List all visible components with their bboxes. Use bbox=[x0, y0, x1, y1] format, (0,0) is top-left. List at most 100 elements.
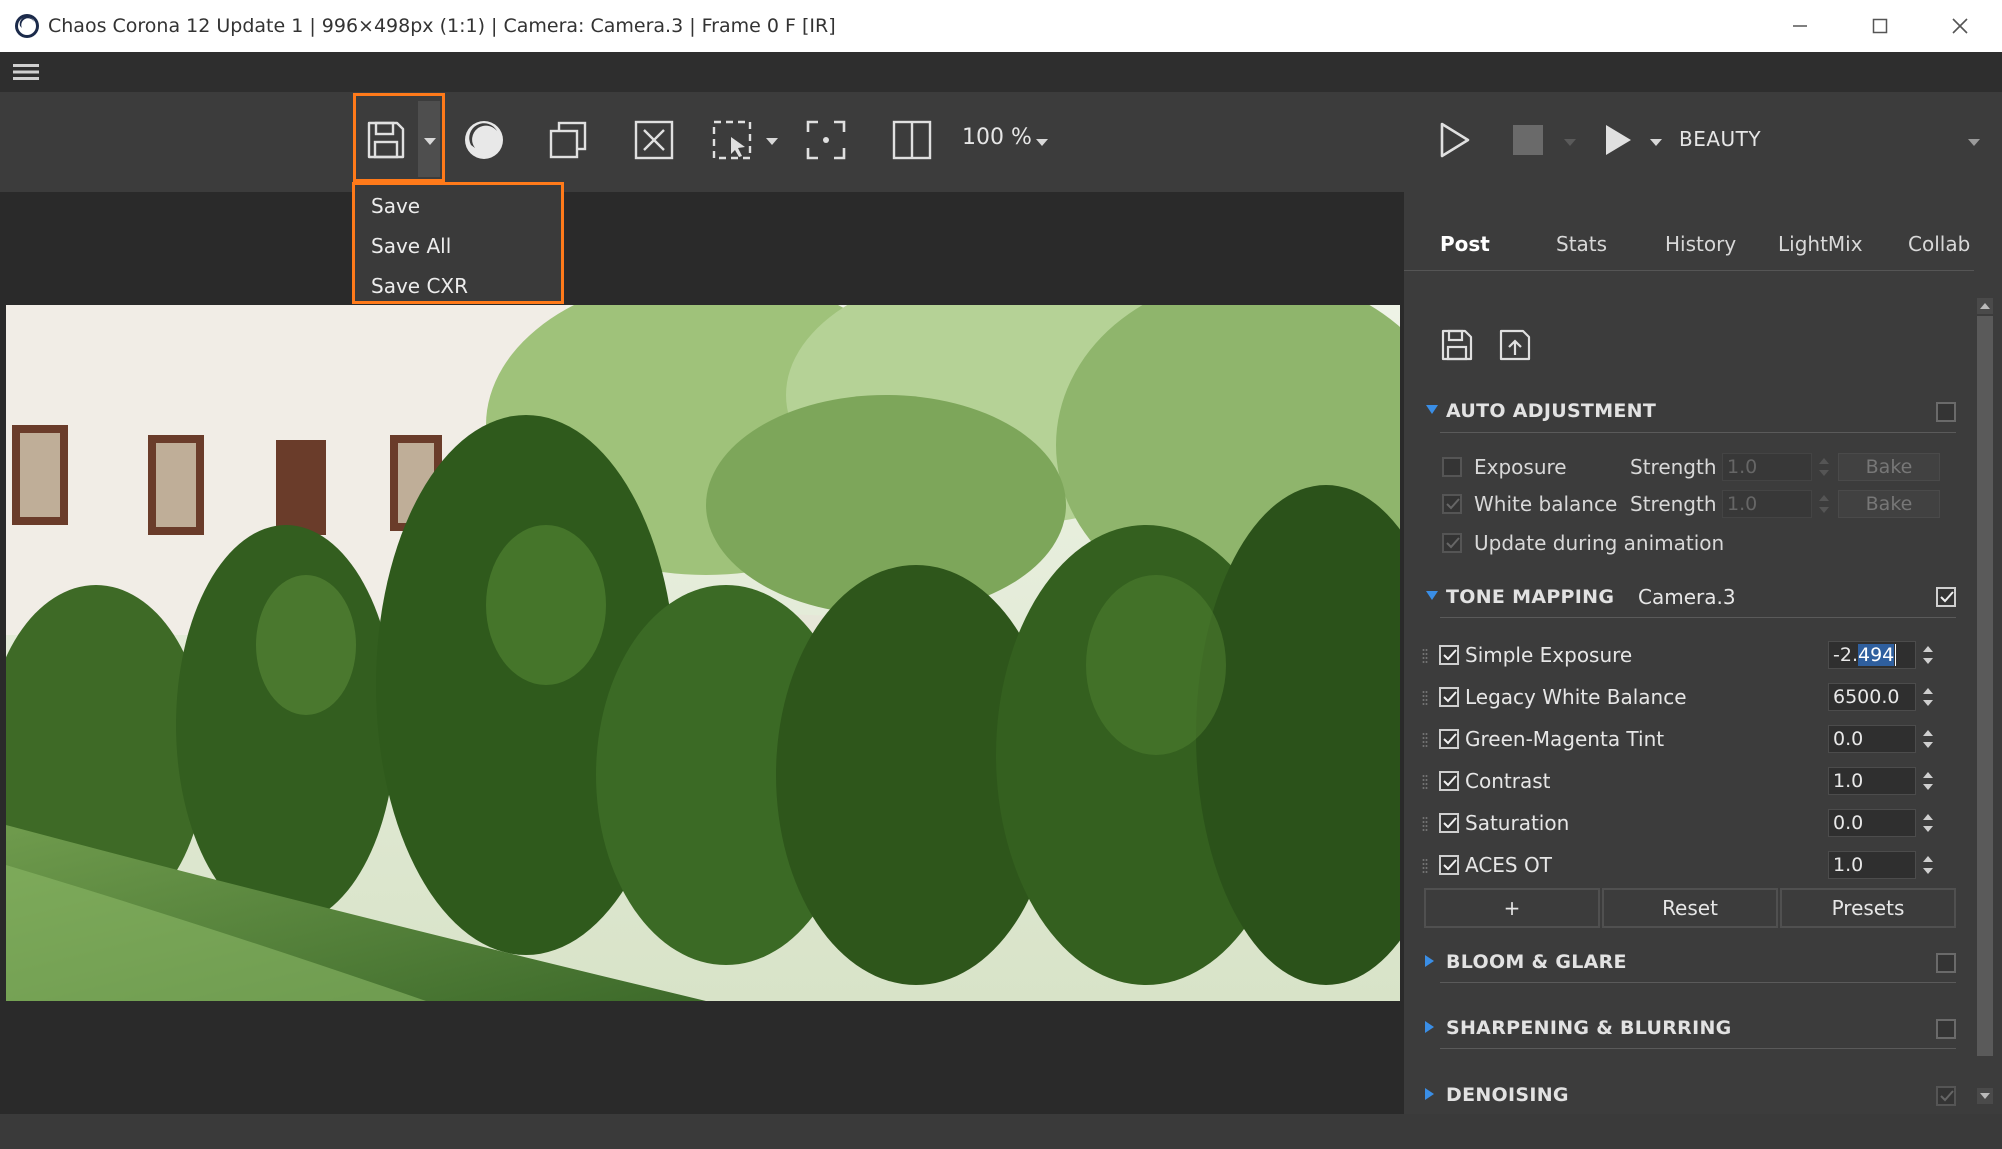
render-options-button[interactable] bbox=[1588, 112, 1644, 168]
tab-history[interactable]: History bbox=[1665, 232, 1736, 256]
stepper-icon[interactable] bbox=[1920, 683, 1936, 711]
tab-collab[interactable]: Collab bbox=[1908, 232, 1970, 256]
chevron-down-icon[interactable] bbox=[766, 138, 778, 145]
add-operator-button[interactable]: + bbox=[1424, 888, 1600, 928]
load-settings-icon[interactable] bbox=[1498, 328, 1532, 362]
scrollbar-thumb[interactable] bbox=[1977, 316, 1993, 1056]
render-image[interactable] bbox=[6, 305, 1400, 1001]
copy-to-clipboard-button[interactable] bbox=[540, 112, 596, 168]
contrast-field[interactable]: 1.0 bbox=[1828, 767, 1916, 795]
operator-checkbox[interactable] bbox=[1439, 855, 1459, 875]
stepper-icon[interactable] bbox=[1920, 851, 1936, 879]
stepper-icon[interactable] bbox=[1920, 809, 1936, 837]
render-element-select[interactable]: BEAUTY bbox=[1679, 127, 1761, 151]
exposure-bake-button[interactable]: Bake bbox=[1838, 453, 1940, 481]
drag-handle-icon[interactable] bbox=[1422, 648, 1428, 664]
tint-field[interactable]: 0.0 bbox=[1828, 725, 1916, 753]
saturation-field[interactable]: 0.0 bbox=[1828, 809, 1916, 837]
play-filled-icon bbox=[1606, 125, 1631, 155]
denoising-enable-checkbox[interactable] bbox=[1936, 1086, 1956, 1106]
scroll-down-icon[interactable] bbox=[1977, 1088, 1993, 1104]
clear-vfb-button[interactable] bbox=[626, 112, 682, 168]
menu-item-save[interactable]: Save bbox=[371, 194, 420, 218]
operator-checkbox[interactable] bbox=[1439, 687, 1459, 707]
drag-handle-icon[interactable] bbox=[1422, 774, 1428, 790]
window-title: Chaos Corona 12 Update 1 | 996×498px (1:… bbox=[48, 15, 836, 37]
white-balance-label: White balance bbox=[1474, 492, 1618, 516]
operator-label-white-balance: Legacy White Balance bbox=[1465, 685, 1687, 709]
checkmark-icon bbox=[1446, 498, 1460, 510]
tab-separator bbox=[1404, 270, 1974, 271]
menu-strip bbox=[0, 52, 2002, 92]
expand-icon[interactable] bbox=[1425, 1088, 1434, 1100]
zoom-level[interactable]: 100 % bbox=[962, 125, 1032, 150]
checkmark-icon bbox=[1940, 1090, 1954, 1102]
stop-render-button[interactable] bbox=[1500, 112, 1556, 168]
collapse-icon[interactable] bbox=[1426, 405, 1438, 414]
expand-icon[interactable] bbox=[1425, 1021, 1434, 1033]
collapse-icon[interactable] bbox=[1426, 591, 1438, 600]
focus-region-button[interactable] bbox=[798, 112, 854, 168]
copy-icon bbox=[549, 121, 587, 159]
section-denoising[interactable]: DENOISING bbox=[1446, 1084, 1569, 1106]
bloom-enable-checkbox[interactable] bbox=[1936, 953, 1956, 973]
stepper-icon[interactable] bbox=[1816, 453, 1832, 481]
white-balance-field[interactable]: 6500.0 bbox=[1828, 683, 1916, 711]
corona-logo-button[interactable] bbox=[456, 112, 512, 168]
chevron-down-icon[interactable] bbox=[1650, 139, 1662, 146]
reset-button[interactable]: Reset bbox=[1602, 888, 1778, 928]
chevron-down-icon[interactable] bbox=[1036, 139, 1048, 146]
focus-brackets-icon bbox=[806, 120, 846, 160]
white-balance-checkbox[interactable] bbox=[1442, 494, 1462, 514]
rendered-garden-image bbox=[6, 305, 1400, 1001]
close-button[interactable] bbox=[1920, 0, 2000, 52]
section-bloom-glare[interactable]: BLOOM & GLARE bbox=[1446, 951, 1627, 973]
operator-checkbox[interactable] bbox=[1439, 771, 1459, 791]
section-auto-adjustment[interactable]: AUTO ADJUSTMENT bbox=[1446, 400, 1656, 422]
wb-bake-button[interactable]: Bake bbox=[1838, 490, 1940, 518]
operator-checkbox[interactable] bbox=[1439, 813, 1459, 833]
tone-mapping-enable-checkbox[interactable] bbox=[1936, 587, 1956, 607]
drag-handle-icon[interactable] bbox=[1422, 816, 1428, 832]
expand-icon[interactable] bbox=[1425, 955, 1434, 967]
compare-split-button[interactable] bbox=[884, 112, 940, 168]
auto-adjustment-enable-checkbox[interactable] bbox=[1936, 402, 1956, 422]
maximize-button[interactable] bbox=[1840, 0, 1920, 52]
update-during-animation-checkbox[interactable] bbox=[1442, 533, 1462, 553]
checkmark-icon bbox=[1443, 775, 1457, 787]
drag-handle-icon[interactable] bbox=[1422, 732, 1428, 748]
hamburger-menu-icon[interactable] bbox=[10, 58, 42, 86]
exposure-checkbox[interactable] bbox=[1442, 457, 1462, 477]
aces-ot-field[interactable]: 1.0 bbox=[1828, 851, 1916, 879]
stepper-icon[interactable] bbox=[1920, 767, 1936, 795]
exposure-strength-field[interactable]: 1.0 bbox=[1722, 453, 1812, 481]
operator-checkbox[interactable] bbox=[1439, 729, 1459, 749]
presets-button[interactable]: Presets bbox=[1780, 888, 1956, 928]
stepper-icon[interactable] bbox=[1920, 725, 1936, 753]
section-sharpening-blurring[interactable]: SHARPENING & BLURRING bbox=[1446, 1017, 1732, 1039]
tab-stats[interactable]: Stats bbox=[1556, 232, 1607, 256]
menu-item-save-all[interactable]: Save All bbox=[371, 234, 451, 258]
stepper-icon[interactable] bbox=[1816, 490, 1832, 518]
chevron-down-icon[interactable] bbox=[1968, 139, 1980, 146]
checkmark-icon bbox=[1443, 817, 1457, 829]
operator-checkbox[interactable] bbox=[1439, 645, 1459, 665]
checkmark-icon bbox=[1443, 733, 1457, 745]
simple-exposure-field[interactable]: -2.494 bbox=[1828, 641, 1916, 669]
menu-item-save-cxr[interactable]: Save CXR bbox=[371, 274, 468, 298]
sharpening-enable-checkbox[interactable] bbox=[1936, 1019, 1956, 1039]
operator-label-simple-exposure: Simple Exposure bbox=[1465, 643, 1633, 667]
scroll-up-icon[interactable] bbox=[1977, 298, 1993, 314]
chevron-down-icon[interactable] bbox=[1564, 139, 1576, 146]
wb-strength-field[interactable]: 1.0 bbox=[1722, 490, 1812, 518]
minimize-button[interactable] bbox=[1760, 0, 1840, 52]
stepper-icon[interactable] bbox=[1920, 641, 1936, 669]
section-tone-mapping[interactable]: TONE MAPPING bbox=[1446, 586, 1614, 608]
start-render-button[interactable] bbox=[1425, 112, 1481, 168]
drag-handle-icon[interactable] bbox=[1422, 858, 1428, 874]
region-select-button[interactable] bbox=[704, 112, 760, 168]
drag-handle-icon[interactable] bbox=[1422, 690, 1428, 706]
tab-post[interactable]: Post bbox=[1440, 232, 1490, 256]
tab-lightmix[interactable]: LightMix bbox=[1778, 232, 1863, 256]
save-settings-icon[interactable] bbox=[1440, 328, 1474, 362]
